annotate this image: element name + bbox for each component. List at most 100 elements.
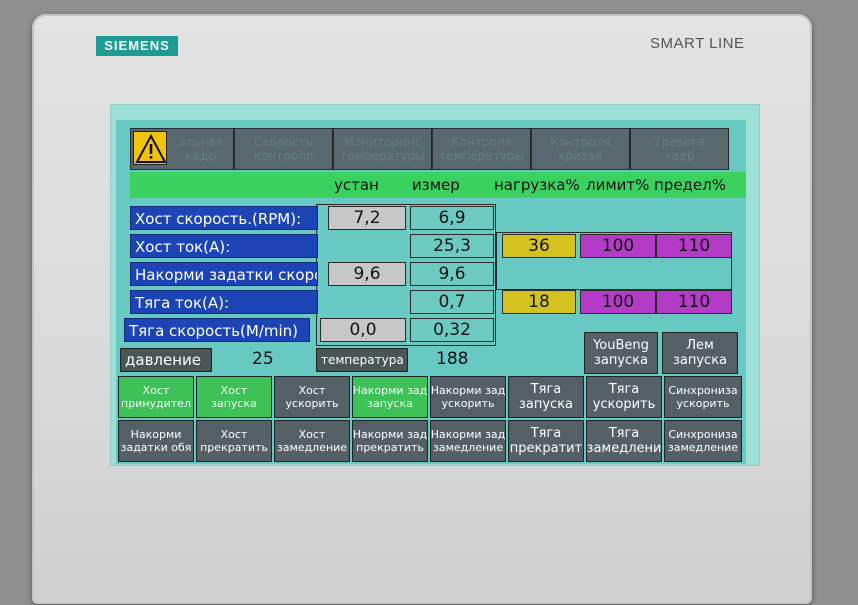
button-line1: Накорми зад (430, 428, 506, 441)
feed-speed-set[interactable]: 9,6 (328, 262, 406, 286)
host-forced-button[interactable]: Хост принудител (118, 376, 194, 418)
host-current-measured: 25,3 (410, 234, 494, 258)
nav-speed-control[interactable]: Скорость контролл (234, 128, 333, 170)
button-line1: Хост (220, 428, 248, 441)
button-line2: принудител (121, 397, 191, 410)
traction-start-button[interactable]: Тяга запуска (508, 376, 584, 418)
nav-label-line1: Мониторинг (343, 135, 422, 149)
button-line1: Накорми зад (352, 428, 428, 441)
feed-setpoint-reset-button[interactable]: Накорми задатки обя (118, 420, 194, 462)
feed-decelerate-button[interactable]: Накорми зад замедление (430, 420, 506, 462)
button-line2: ускорить (285, 397, 339, 410)
nav-label-line2: температуры (439, 149, 524, 163)
traction-accelerate-button[interactable]: Тяга ускорить (586, 376, 662, 418)
button-line2: замедление (432, 441, 504, 454)
button-line2: прекратит (509, 441, 583, 456)
label-host-speed: Хост скорость.(RPM): (130, 206, 318, 230)
button-line2: прекратить (356, 441, 424, 454)
button-line2: запуска (593, 353, 649, 368)
pressure-value: 25 (252, 349, 274, 369)
nav-temperature-monitoring[interactable]: Мониторинг температуры (333, 128, 432, 170)
label-temperature: температура (316, 348, 408, 372)
youbeng-start-button[interactable]: YouBeng запуска (584, 332, 658, 374)
button-line2: замедление (276, 441, 348, 454)
button-line1: Синхрониза (668, 428, 738, 441)
header-measured: измер (412, 176, 460, 194)
header-limit: лимит% (586, 176, 650, 194)
traction-current-load: 18 (502, 290, 576, 314)
nav-label-line1: Контроля (550, 135, 611, 149)
button-line2: замедление (667, 441, 739, 454)
header-load: нагрузка% (494, 176, 580, 194)
feed-start-button[interactable]: Накорми зад запуска (352, 376, 428, 418)
button-line1: Хост (298, 384, 326, 397)
feed-accelerate-button[interactable]: Накорми зад ускорить (430, 376, 506, 418)
nav-label-line2: контролл (253, 149, 314, 163)
button-line1: Лем (686, 338, 714, 353)
model-name: SMART LINE (650, 35, 745, 52)
button-line1: Тяга (608, 426, 640, 441)
host-current-limit[interactable]: 100 (580, 234, 656, 258)
button-line1: Хост (298, 428, 326, 441)
traction-current-max[interactable]: 110 (656, 290, 732, 314)
traction-speed-measured: 0,32 (410, 318, 494, 342)
button-line1: Накорми зад (430, 384, 506, 397)
traction-decelerate-button[interactable]: Тяга замедлени (586, 420, 662, 462)
label-host-current: Хост ток(A): (130, 234, 318, 258)
label-pressure: давление (120, 348, 212, 372)
button-line2: ускорить (441, 397, 495, 410)
button-line2: ускорить (676, 397, 730, 410)
feed-stop-button[interactable]: Накорми зад прекратить (352, 420, 428, 462)
nav-label-line2: температуры (340, 149, 425, 163)
nav-label-line1: Скорость (254, 135, 313, 149)
host-speed-set[interactable]: 7,2 (328, 206, 406, 230)
header-max: предел% (654, 176, 726, 194)
temperature-value: 188 (436, 349, 469, 369)
nav-curve-control[interactable]: Контроля кривая (531, 128, 630, 170)
button-line2: задатки обя (120, 441, 192, 454)
host-accelerate-button[interactable]: Хост ускорить (274, 376, 350, 418)
hmi-screen: альная кадр Скорость контролл Мониторинг те… (116, 120, 746, 464)
label-traction-current: Тяга ток(A): (130, 290, 318, 314)
button-line1: Хост (142, 384, 170, 397)
button-line1: Накорми (130, 428, 182, 441)
nav-label-line2: кадр (664, 149, 695, 163)
brand-logo: SIEMENS (96, 36, 178, 56)
host-current-load: 36 (502, 234, 576, 258)
label-feed-speed: Накорми задатки скорость (130, 262, 318, 286)
nav-label-line2: кадр (185, 149, 216, 163)
button-line2: запуска (367, 397, 413, 410)
button-line1: Накорми зад (352, 384, 428, 397)
sync-accelerate-button[interactable]: Синхрониза ускорить (664, 376, 742, 418)
header-set: устан (334, 176, 379, 194)
host-stop-button[interactable]: Хост прекратить (196, 420, 272, 462)
nav-main-frame[interactable]: альная кадр (130, 128, 234, 170)
nav-temperature-control[interactable]: Контроля температуры (432, 128, 531, 170)
warning-triangle-icon[interactable] (133, 131, 167, 165)
button-line2: запуска (211, 397, 257, 410)
host-start-button[interactable]: Хост запуска (196, 376, 272, 418)
nav-label-line1: Тревога (654, 135, 705, 149)
traction-current-measured: 0,7 (410, 290, 494, 314)
nav-label-line2: кривая (558, 149, 603, 163)
lem-start-button[interactable]: Лем запуска (662, 332, 738, 374)
host-decelerate-button[interactable]: Хост замедление (274, 420, 350, 462)
label-traction-speed: Тяга скорость(M/min) (124, 318, 310, 342)
top-navigation: альная кадр Скорость контролл Мониторинг те… (130, 128, 729, 170)
button-line1: Хост (220, 384, 248, 397)
button-line1: Тяга (608, 382, 640, 397)
traction-speed-set[interactable]: 0,0 (320, 318, 406, 342)
traction-stop-button[interactable]: Тяга прекратит (508, 420, 584, 462)
button-line2: запуска (518, 397, 574, 412)
button-line2: ускорить (592, 397, 656, 412)
host-speed-measured: 6,9 (410, 206, 494, 230)
button-line1: Тяга (530, 426, 562, 441)
nav-label-line1: Контроля (451, 135, 512, 149)
traction-current-limit[interactable]: 100 (580, 290, 656, 314)
button-line1: YouBeng (593, 338, 649, 353)
button-line2: замедлени (586, 441, 662, 456)
button-line2: запуска (672, 353, 728, 368)
nav-alarm-frame[interactable]: Тревога кадр (630, 128, 729, 170)
host-current-max[interactable]: 110 (656, 234, 732, 258)
sync-decelerate-button[interactable]: Синхрониза замедление (664, 420, 742, 462)
